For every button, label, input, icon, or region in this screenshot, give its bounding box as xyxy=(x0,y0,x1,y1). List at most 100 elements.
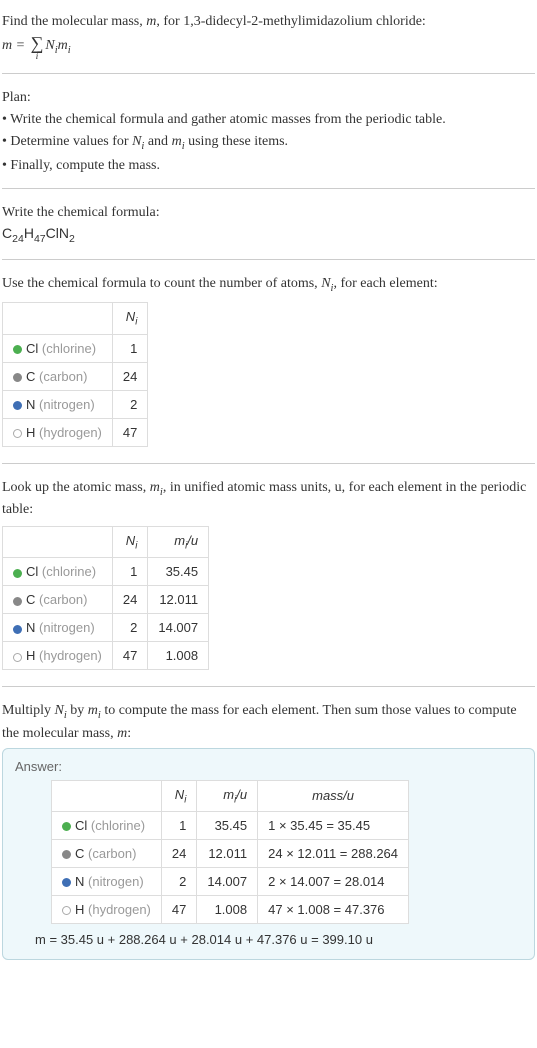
elem-H: H xyxy=(24,225,34,241)
cell-mass: 14.007 xyxy=(148,614,209,642)
cell-count: 24 xyxy=(161,840,196,868)
element-color-icon xyxy=(13,345,22,354)
sum-expression: ∑ i Nimi xyxy=(29,34,71,62)
final-section: Multiply Ni by mi to compute the mass fo… xyxy=(2,695,535,970)
cell-m: 1.008 xyxy=(197,896,258,924)
element-color-icon xyxy=(13,625,22,634)
cell-count: 24 xyxy=(112,362,147,390)
elem-symbol: H xyxy=(26,425,35,440)
cell-element: Cl (chlorine) xyxy=(3,558,113,586)
cell-count: 24 xyxy=(112,586,147,614)
eq-lhs: m = xyxy=(2,38,29,53)
col-m: mi/u xyxy=(148,526,209,558)
text: m xyxy=(174,533,185,548)
table-row: Cl (chlorine)135.45 xyxy=(3,558,209,586)
cell-element: N (nitrogen) xyxy=(3,614,113,642)
cell-mass: 24 × 12.011 = 288.264 xyxy=(258,840,409,868)
elem-name: (chlorine) xyxy=(91,818,145,833)
cell-count: 47 xyxy=(112,418,147,446)
text: by xyxy=(67,703,88,718)
elem-symbol: Cl xyxy=(75,818,87,833)
text: : xyxy=(127,726,131,741)
var-m: m xyxy=(150,480,160,495)
cell-mass: 1 × 35.45 = 35.45 xyxy=(258,812,409,840)
col-N: Ni xyxy=(112,526,147,558)
count-C: 24 xyxy=(12,233,24,245)
element-color-icon xyxy=(13,429,22,438)
cell-element: Cl (chlorine) xyxy=(52,812,162,840)
cell-count: 1 xyxy=(112,558,147,586)
cell-mass: 1.008 xyxy=(148,642,209,670)
text: N xyxy=(126,533,135,548)
text: using these items. xyxy=(185,134,288,149)
table-row: N (nitrogen)2 xyxy=(3,390,148,418)
var-m: m xyxy=(58,38,68,53)
elem-symbol: Cl xyxy=(26,564,38,579)
problem-statement: Find the molecular mass, m, for 1,3-dide… xyxy=(2,6,535,74)
cell-element: H (hydrogen) xyxy=(52,896,162,924)
elem-symbol: C xyxy=(26,592,35,607)
plan-bullet-2: • Determine values for Ni and mi using t… xyxy=(2,132,535,154)
elem-name: (hydrogen) xyxy=(39,648,102,663)
sigma-icon: ∑ i xyxy=(31,34,44,62)
col-element xyxy=(3,526,113,558)
sub-i: i xyxy=(68,45,71,56)
chemical-formula-header: Write the chemical formula: xyxy=(2,203,535,223)
element-color-icon xyxy=(62,878,71,887)
var-m: m xyxy=(88,703,98,718)
element-color-icon xyxy=(13,373,22,382)
sub-i: i xyxy=(135,540,137,551)
text: and xyxy=(144,134,171,149)
answer-label: Answer: xyxy=(15,759,522,774)
plan-bullet-3: • Finally, compute the mass. xyxy=(2,156,535,176)
cell-count: 1 xyxy=(161,812,196,840)
text: m xyxy=(223,787,234,802)
cell-count: 47 xyxy=(112,642,147,670)
table-header-row: Ni xyxy=(3,303,148,335)
atomic-mass-header: Look up the atomic mass, mi, in unified … xyxy=(2,478,535,520)
table-header-row: Ni mi/u mass/u xyxy=(52,780,409,812)
atom-count-table: Ni Cl (chlorine)1 C (carbon)24 N (nitrog… xyxy=(2,302,148,447)
sigma-index: i xyxy=(36,52,39,62)
text: Use the chemical formula to count the nu… xyxy=(2,276,321,291)
cell-m: 35.45 xyxy=(197,812,258,840)
elem-name: (chlorine) xyxy=(42,341,96,356)
sub-i: i xyxy=(135,317,137,328)
text: , for each element: xyxy=(333,276,437,291)
cell-element: C (carbon) xyxy=(52,840,162,868)
cell-element: N (nitrogen) xyxy=(52,868,162,896)
col-element xyxy=(52,780,162,812)
cell-element: N (nitrogen) xyxy=(3,390,113,418)
var-m: m xyxy=(172,134,182,149)
cell-mass: 47 × 1.008 = 47.376 xyxy=(258,896,409,924)
elem-Cl: Cl xyxy=(46,225,59,241)
elem-symbol: N xyxy=(26,620,35,635)
elem-C: C xyxy=(2,225,12,241)
element-color-icon xyxy=(13,597,22,606)
col-element xyxy=(3,303,113,335)
elem-symbol: C xyxy=(75,846,84,861)
table-header-row: Ni mi/u xyxy=(3,526,209,558)
elem-name: (carbon) xyxy=(88,846,136,861)
element-color-icon xyxy=(13,569,22,578)
elem-name: (nitrogen) xyxy=(39,620,95,635)
sub-i: i xyxy=(184,794,186,805)
text: /u xyxy=(187,533,198,548)
answer-table: Ni mi/u mass/u Cl (chlorine)135.451 × 35… xyxy=(51,780,409,925)
count-N: 2 xyxy=(69,233,75,245)
atom-count-section: Use the chemical formula to count the nu… xyxy=(2,268,535,464)
problem-equation: m = ∑ i Nimi xyxy=(2,34,535,62)
elem-name: (hydrogen) xyxy=(39,425,102,440)
plan-header: Plan: xyxy=(2,88,535,108)
table-row: Cl (chlorine)1 xyxy=(3,334,148,362)
var-N: N xyxy=(45,38,54,53)
table-row: H (hydrogen)471.008 xyxy=(3,642,209,670)
table-row: C (carbon)2412.01124 × 12.011 = 288.264 xyxy=(52,840,409,868)
atom-count-header: Use the chemical formula to count the nu… xyxy=(2,274,535,296)
elem-name: (chlorine) xyxy=(42,564,96,579)
sigma-symbol: ∑ xyxy=(31,34,44,52)
answer-box: Answer: Ni mi/u mass/u Cl (chlorine)135.… xyxy=(2,748,535,961)
table-row: C (carbon)2412.011 xyxy=(3,586,209,614)
element-color-icon xyxy=(62,906,71,915)
var-N: N xyxy=(321,276,330,291)
